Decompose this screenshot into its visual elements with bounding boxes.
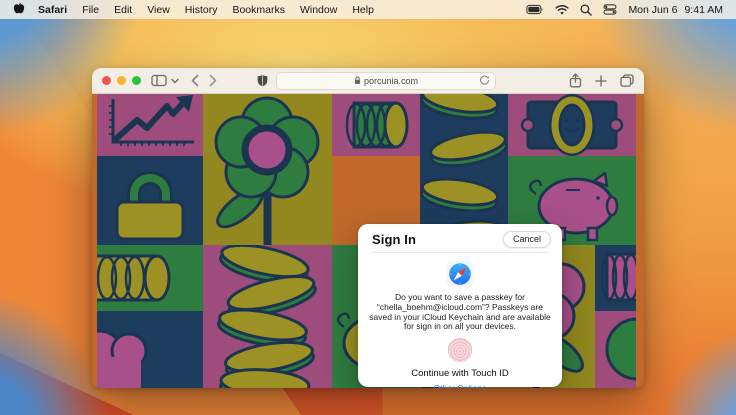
apple-logo-icon: [13, 2, 25, 15]
coin-roll-green-illustration: [97, 245, 203, 311]
back-icon[interactable]: [191, 74, 199, 87]
browser-toolbar: porcunia.com: [92, 68, 644, 94]
line-chart-illustration: [97, 94, 203, 156]
new-tab-icon[interactable]: [595, 75, 607, 87]
money-bill-illustration: [508, 94, 636, 156]
tab-overview-icon[interactable]: [620, 74, 634, 87]
battery-icon[interactable]: [526, 4, 544, 15]
reload-icon[interactable]: [479, 75, 490, 88]
safari-window: porcunia.com: [92, 68, 644, 388]
privacy-shield-icon[interactable]: [257, 74, 268, 87]
menu-item-help[interactable]: Help: [352, 4, 374, 16]
wifi-icon[interactable]: [555, 4, 569, 15]
menu-item-edit[interactable]: Edit: [114, 4, 132, 16]
menu-item-window[interactable]: Window: [300, 4, 337, 16]
dialog-divider: [371, 252, 549, 253]
menu-item-bookmarks[interactable]: Bookmarks: [232, 4, 285, 16]
fingerprint-icon: [448, 338, 472, 362]
menu-bar-clock[interactable]: Mon Jun 6 9:41 AM: [628, 4, 723, 16]
safari-compass-icon: [446, 260, 474, 288]
falling-coins-illustration: [420, 94, 508, 245]
padlock-illustration: [97, 156, 203, 245]
menu-item-view[interactable]: View: [147, 4, 170, 16]
control-center-icon[interactable]: [603, 4, 617, 15]
green-circle-illustration: [595, 311, 636, 388]
dialog-body-text: Do you want to save a passkey for “chell…: [366, 293, 554, 332]
clock-date: Mon Jun 6: [628, 4, 677, 16]
clock-time: 9:41 AM: [684, 4, 723, 16]
padlock-icon: [354, 76, 361, 85]
dialog-header: Sign In Cancel: [358, 224, 562, 252]
coin-stack-illustration: [203, 245, 332, 388]
desktop: Safari File Edit View History Bookmarks …: [0, 0, 736, 415]
apple-menu[interactable]: [13, 2, 25, 18]
share-icon[interactable]: [569, 73, 582, 88]
other-options-link[interactable]: Other Options: [358, 383, 562, 388]
cloud-illustration: [97, 311, 203, 388]
menu-bar: Safari File Edit View History Bookmarks …: [0, 0, 736, 19]
window-controls: [102, 76, 141, 85]
chevron-down-icon[interactable]: [171, 78, 179, 84]
address-bar[interactable]: porcunia.com: [276, 72, 496, 90]
coin-roll-small-illustration: [595, 245, 636, 311]
green-flower-illustration: [203, 94, 332, 245]
menu-item-file[interactable]: File: [82, 4, 99, 16]
forward-icon[interactable]: [209, 74, 217, 87]
address-bar-url: porcunia.com: [364, 76, 418, 86]
continue-with-touch-id-label[interactable]: Continue with Touch ID: [358, 368, 562, 379]
dialog-title: Sign In: [372, 232, 416, 247]
menu-item-history[interactable]: History: [185, 4, 218, 16]
passkey-dialog: Sign In Cancel: [358, 224, 562, 387]
close-window-button[interactable]: [102, 76, 111, 85]
search-icon[interactable]: [580, 4, 592, 16]
sidebar-icon[interactable]: [151, 74, 167, 87]
minimize-window-button[interactable]: [117, 76, 126, 85]
menu-item-safari[interactable]: Safari: [38, 4, 67, 16]
coin-roll-illustration: [332, 94, 420, 156]
zoom-window-button[interactable]: [132, 76, 141, 85]
cancel-button[interactable]: Cancel: [503, 231, 551, 248]
